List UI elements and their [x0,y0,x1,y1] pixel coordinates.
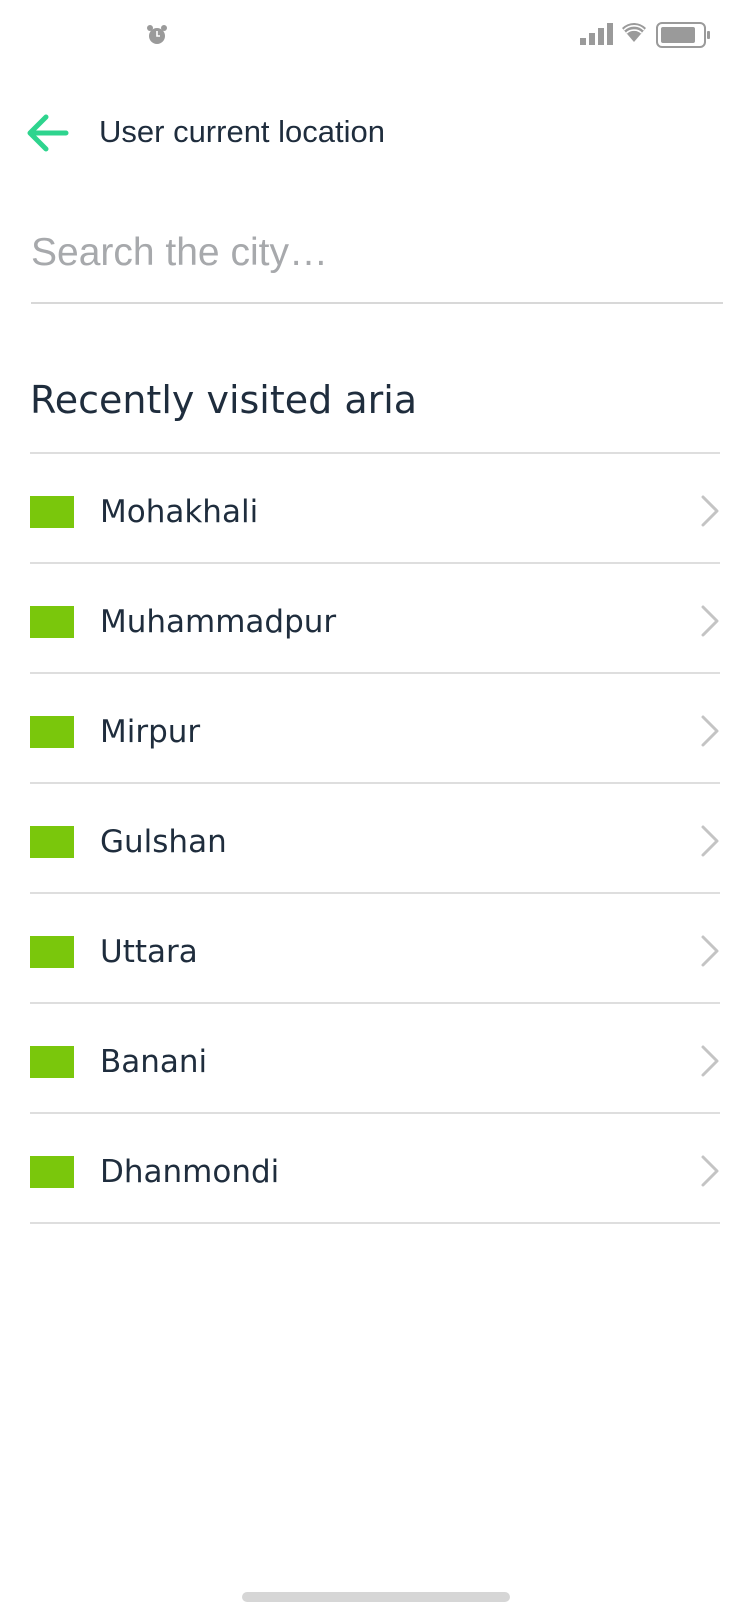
area-color-swatch [30,1156,74,1188]
status-bar [0,0,750,70]
list-item[interactable]: Mohakhali [30,454,720,564]
area-color-swatch [30,606,74,638]
chevron-right-icon [701,825,719,857]
wifi-icon [622,23,646,42]
section-title: Recently visited aria [30,378,418,422]
search-underline [31,302,723,304]
chevron-right-icon [701,495,719,527]
chevron-right-icon [701,1155,719,1187]
list-item[interactable]: Mirpur [30,674,720,784]
chevron-right-icon [701,605,719,637]
arrow-left-icon[interactable] [24,112,70,154]
area-color-swatch [30,826,74,858]
recent-area-list: Mohakhali Muhammadpur Mirpur Gulshan Utt… [30,452,720,1224]
page-title: User current location [99,114,386,149]
area-name: Gulshan [100,824,227,860]
list-item[interactable]: Gulshan [30,784,720,894]
area-name: Muhammadpur [100,604,337,640]
app-header: User current location [0,92,750,172]
list-item[interactable]: Muhammadpur [30,564,720,674]
alarm-icon [147,25,167,44]
area-color-swatch [30,936,74,968]
list-item[interactable]: Uttara [30,894,720,1004]
chevron-right-icon [701,1045,719,1077]
list-item[interactable]: Dhanmondi [30,1114,720,1224]
area-name: Banani [100,1044,208,1080]
list-item[interactable]: Banani [30,1004,720,1114]
chevron-right-icon [701,715,719,747]
signal-icon [580,23,613,45]
chevron-right-icon [701,935,719,967]
search-input[interactable] [31,223,721,283]
area-name: Uttara [100,934,198,970]
area-name: Dhanmondi [100,1154,280,1190]
home-indicator [242,1592,510,1602]
area-color-swatch [30,496,74,528]
battery-icon [656,22,710,48]
area-color-swatch [30,1046,74,1078]
area-name: Mirpur [100,714,201,750]
area-color-swatch [30,716,74,748]
area-name: Mohakhali [100,494,259,530]
